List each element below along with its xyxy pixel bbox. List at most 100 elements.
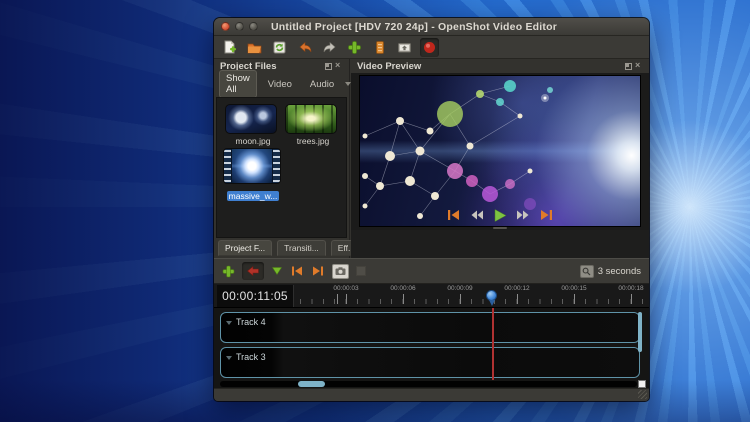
project-files-panel: Project Files Show All Video Audio moon.… [214, 59, 363, 258]
ruler-label: 00:00:18 [618, 285, 644, 292]
undo-button[interactable] [295, 38, 314, 57]
timeline-ruler[interactable]: 00:00:11:05 00:00:03 00:00:06 00:00:09 0… [214, 284, 649, 308]
snapping-icon [247, 265, 259, 277]
file-filter-tabs: Show All Video Audio [214, 70, 352, 98]
bottom-panel-tabs: Project F... Transiti... Eff... [214, 238, 363, 258]
ruler-label: 00:00:15 [561, 285, 587, 292]
timeline-zoom: 3 seconds [579, 264, 641, 278]
add-track-button[interactable] [222, 265, 235, 278]
jump-to-end-icon [541, 210, 552, 220]
razor-tool-button[interactable] [332, 263, 349, 279]
play-button[interactable] [491, 208, 509, 223]
trees-thumbnail [285, 104, 337, 134]
playback-controls [351, 206, 649, 224]
scrollbar-corner [638, 380, 646, 388]
openshot-window: Untitled Project [HDV 720 24p] - OpenSho… [214, 18, 649, 401]
choose-profile-button[interactable] [370, 38, 389, 57]
tab-audio[interactable]: Audio [303, 76, 341, 93]
file-name: massive_w... [226, 191, 280, 201]
track-name: Track 3 [236, 352, 266, 362]
tab-project-files[interactable]: Project F... [218, 240, 273, 256]
previous-marker-icon [292, 266, 302, 276]
open-project-icon [247, 43, 262, 53]
record-button[interactable] [420, 37, 439, 57]
file-item-trees[interactable]: trees.jpg [285, 104, 341, 146]
close-panel-icon[interactable] [335, 61, 343, 70]
ruler-label: 00:00:03 [333, 285, 359, 292]
track-caret-icon [226, 321, 232, 325]
playhead-line [492, 308, 494, 380]
disabled-tool-button [356, 266, 366, 276]
playhead-marker[interactable] [486, 290, 497, 306]
desktop-wallpaper: Untitled Project [HDV 720 24p] - OpenSho… [0, 0, 750, 422]
ruler-strip[interactable]: 00:00:03 00:00:06 00:00:09 00:00:12 00:0… [294, 284, 645, 307]
maximize-button[interactable] [249, 22, 258, 31]
redo-button[interactable] [320, 38, 339, 57]
fast-forward-button[interactable] [514, 208, 532, 223]
import-files-icon [348, 40, 361, 54]
new-project-icon [224, 40, 236, 53]
file-name: trees.jpg [296, 136, 330, 146]
statusbar [214, 388, 649, 401]
rewind-icon [471, 210, 483, 220]
razor-tool-icon [335, 266, 346, 275]
moon-thumbnail [225, 104, 277, 134]
jump-to-end-button[interactable] [537, 208, 555, 223]
track-row-3[interactable]: Track 3 [220, 347, 640, 378]
massive-thumbnail [223, 148, 281, 184]
file-item-moon[interactable]: moon.jpg [225, 104, 281, 146]
video-preview-panel: Video Preview [351, 59, 649, 258]
close-button[interactable] [221, 22, 230, 31]
import-files-button[interactable] [345, 38, 364, 57]
file-item-massive[interactable]: massive_w... [223, 148, 283, 204]
zoom-scale-label: 3 seconds [597, 265, 641, 277]
video-preview-header: Video Preview [351, 59, 649, 73]
close-panel-icon[interactable] [635, 61, 643, 70]
play-icon [494, 208, 507, 222]
ruler-label: 00:00:06 [390, 285, 416, 292]
next-marker-icon [313, 266, 323, 276]
video-preview-title: Video Preview [357, 60, 422, 72]
minimize-button[interactable] [235, 22, 244, 31]
open-project-button[interactable] [245, 38, 264, 57]
track-caret-icon [226, 356, 232, 360]
current-time-display: 00:00:11:05 [217, 285, 294, 307]
record-icon [424, 41, 435, 53]
rewind-button[interactable] [468, 208, 486, 223]
add-marker-button[interactable] [271, 266, 283, 276]
float-panel-icon[interactable] [625, 62, 632, 70]
track-name: Track 4 [236, 317, 266, 327]
ruler-label: 00:00:09 [447, 285, 473, 292]
video-area [351, 73, 649, 230]
window-title: Untitled Project [HDV 720 24p] - OpenSho… [271, 20, 557, 33]
new-project-button[interactable] [220, 38, 239, 57]
tab-show-all[interactable]: Show All [219, 70, 257, 98]
fast-forward-icon [517, 210, 529, 220]
snapping-toggle-button[interactable] [242, 262, 264, 280]
vertical-scrollbar[interactable] [638, 312, 642, 352]
horizontal-scrollbar[interactable] [220, 381, 637, 387]
export-video-icon [398, 42, 411, 52]
track-row-4[interactable]: Track 4 [220, 312, 640, 343]
timeline-toolbar: 3 seconds [214, 258, 649, 284]
previous-marker-button[interactable] [290, 265, 304, 277]
main-toolbar [214, 36, 649, 59]
timeline-tracks-area: Track 4 Track 3 [214, 308, 649, 388]
add-track-icon [222, 265, 235, 277]
files-list: moon.jpg trees.jpg massive_w... [216, 97, 347, 238]
next-marker-button[interactable] [311, 265, 325, 277]
titlebar[interactable]: Untitled Project [HDV 720 24p] - OpenSho… [214, 18, 649, 36]
video-frame [359, 75, 641, 227]
panel-splitter-handle[interactable] [493, 227, 507, 229]
horizontal-scrollbar-handle[interactable] [298, 381, 325, 387]
plexus-graphic [362, 80, 553, 219]
jump-to-start-button[interactable] [445, 208, 463, 223]
redo-icon [323, 41, 335, 52]
save-project-button[interactable] [270, 38, 289, 57]
tab-video[interactable]: Video [261, 76, 299, 93]
tab-transitions[interactable]: Transiti... [277, 240, 326, 256]
jump-to-start-icon [448, 210, 459, 220]
export-video-button[interactable] [395, 38, 414, 57]
zoom-scale-icon[interactable] [579, 264, 594, 278]
float-panel-icon[interactable] [325, 62, 332, 70]
